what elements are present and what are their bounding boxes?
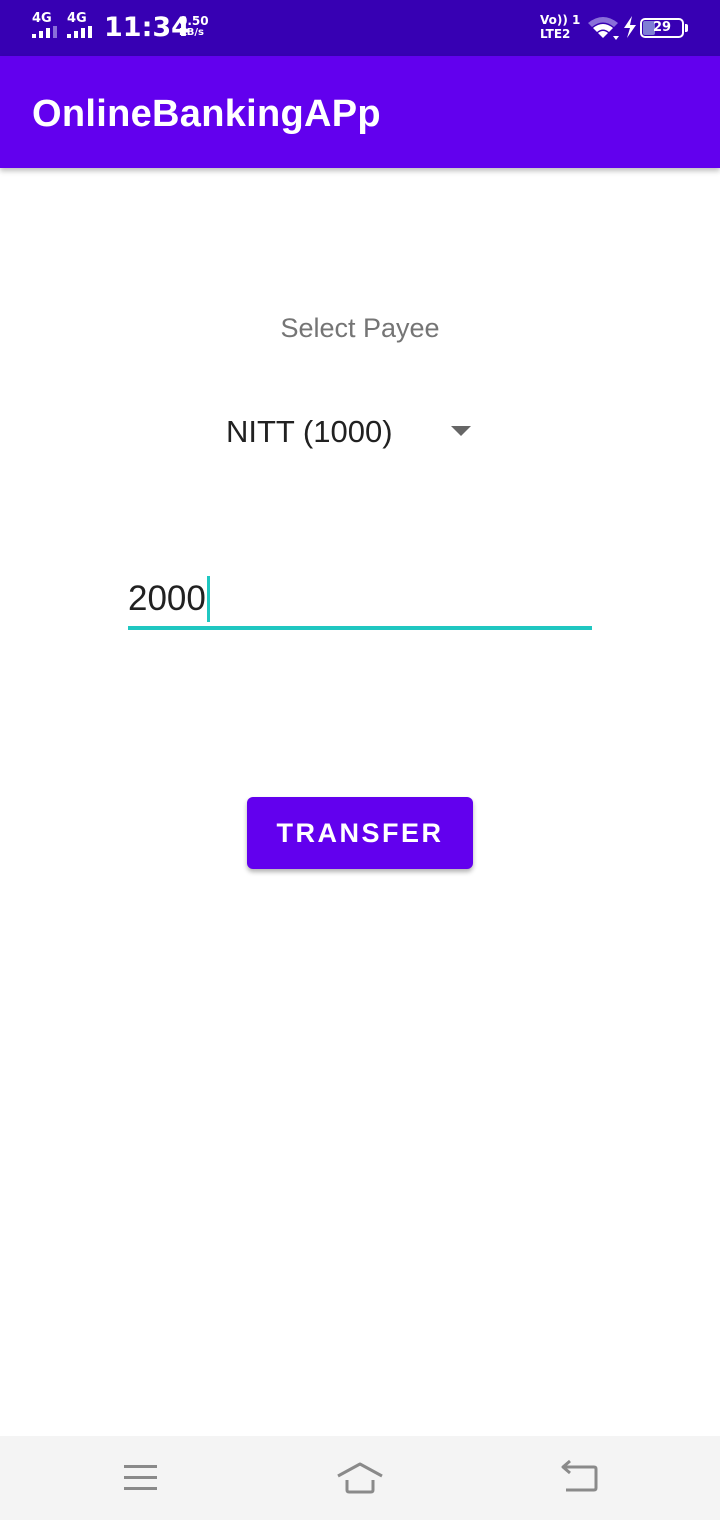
battery-tip	[685, 24, 688, 32]
network-speed-value: 0.50	[179, 14, 209, 28]
signal-bars-1-icon	[32, 26, 57, 38]
payee-selected-value: NITT (1000)	[226, 414, 393, 449]
text-cursor	[207, 576, 210, 622]
charging-icon	[624, 16, 636, 38]
signal-bars-2-icon	[67, 26, 92, 38]
app-bar: OnlineBankingAPp	[0, 56, 720, 168]
status-time: 11:34	[104, 12, 190, 43]
amount-underline	[128, 626, 592, 630]
signal-1-icon: 4G	[32, 12, 64, 40]
signal-2-icon: 4G	[67, 12, 99, 40]
home-icon[interactable]	[336, 1454, 384, 1502]
volte-line-1: Vo)) 1	[540, 13, 581, 27]
menu-icon[interactable]	[116, 1454, 164, 1502]
amount-input[interactable]	[128, 570, 592, 628]
network-speed: 0.50 KB/s	[179, 15, 209, 39]
amount-field[interactable]	[128, 570, 592, 632]
transfer-button[interactable]: TRANSFER	[247, 797, 473, 869]
back-icon[interactable]	[556, 1454, 604, 1502]
battery-level: 29	[652, 20, 672, 35]
volte-line-2: LTE2	[540, 27, 571, 41]
payee-spinner[interactable]: NITT (1000)	[212, 404, 502, 460]
wifi-icon	[588, 17, 619, 40]
volte-indicator: Vo)) 1 LTE2	[540, 13, 580, 41]
network-type-2: 4G	[67, 11, 87, 26]
select-payee-label: Select Payee	[280, 313, 440, 343]
battery-icon: 29	[640, 18, 684, 38]
status-bar: 4G 4G 11:34 0.50 KB/s Vo)) 1 LTE2 29	[0, 0, 720, 56]
network-speed-unit: KB/s	[179, 27, 204, 38]
dropdown-arrow-icon	[451, 426, 471, 436]
navigation-bar	[0, 1436, 720, 1520]
app-title: OnlineBankingAPp	[32, 93, 381, 135]
network-type-1: 4G	[32, 11, 52, 26]
